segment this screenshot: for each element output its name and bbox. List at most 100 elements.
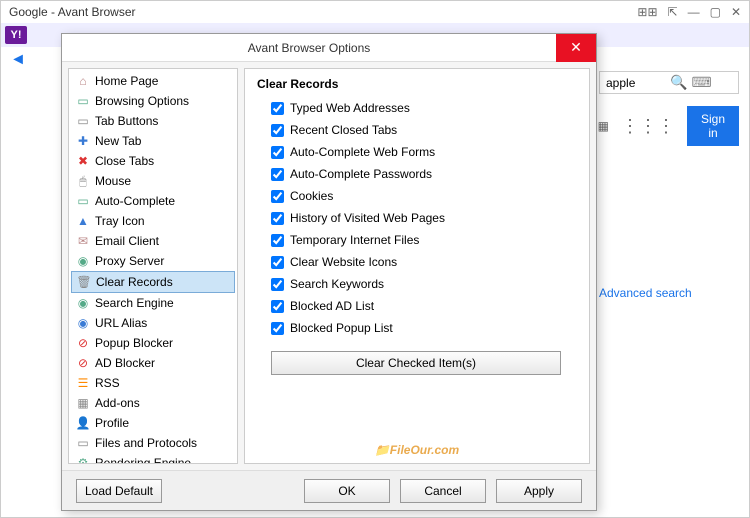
checkbox-row: Auto-Complete Passwords: [257, 167, 577, 181]
sidebar-item-clear-records[interactable]: 🗑Clear Records: [71, 271, 235, 293]
dialog-close-button[interactable]: ✕: [556, 34, 596, 62]
rss-icon: ☰: [75, 375, 91, 391]
apps-icon[interactable]: ⊞⊞: [637, 5, 657, 19]
window-title: Google - Avant Browser: [9, 5, 136, 19]
sidebar-item-tab-buttons[interactable]: ▭ Tab Buttons: [71, 111, 235, 131]
options-dialog: Avant Browser Options ✕ ⌂Home Page ▭ Brows…: [61, 33, 597, 511]
sidebar-item-rss[interactable]: ☰RSS: [71, 373, 235, 393]
checkbox-row: Temporary Internet Files: [257, 233, 577, 247]
checkbox-auto-complete-passwords[interactable]: [271, 168, 284, 181]
checkbox-list: Typed Web AddressesRecent Closed TabsAut…: [257, 101, 577, 335]
back-button[interactable]: ◄: [9, 51, 27, 69]
checkbox-label: Clear Website Icons: [290, 255, 397, 269]
sidebar-item-label: URL Alias: [95, 316, 147, 330]
panel-title: Clear Records: [257, 77, 577, 91]
keyboard-icon[interactable]: ⌨: [691, 74, 711, 91]
apply-button[interactable]: Apply: [496, 479, 582, 503]
dialog-titlebar: Avant Browser Options ✕: [62, 34, 596, 62]
profile-icon: 👤: [75, 415, 91, 431]
ok-button[interactable]: OK: [304, 479, 390, 503]
sidebar-item-browsing-options[interactable]: ▭ Browsing Options: [71, 91, 235, 111]
sidebar-item-email-client[interactable]: ✉Email Client: [71, 231, 235, 251]
checkbox-blocked-popup-list[interactable]: [271, 322, 284, 335]
sidebar-item-popup-blocker[interactable]: ⊘Popup Blocker: [71, 333, 235, 353]
checkbox-row: Blocked Popup List: [257, 321, 577, 335]
options-sidebar[interactable]: ⌂Home Page ▭ Browsing Options ▭ Tab Buttons ✚…: [68, 68, 238, 464]
cancel-button[interactable]: Cancel: [400, 479, 486, 503]
checkbox-history-of-visited-web-pages[interactable]: [271, 212, 284, 225]
sidebar-item-label: Auto-Complete: [95, 194, 175, 208]
tab-yahoo-icon[interactable]: Y!: [5, 26, 27, 44]
maximize-icon[interactable]: ▢: [710, 5, 721, 19]
watermark: 📁FileOur.com: [375, 438, 459, 459]
checkbox-typed-web-addresses[interactable]: [271, 102, 284, 115]
sidebar-item-ad-blocker[interactable]: ⊘ AD Blocker: [71, 353, 235, 373]
browsing-options-icon: ▭: [75, 93, 91, 109]
search-icon[interactable]: 🔍: [670, 74, 687, 91]
tab-buttons-icon: ▭: [75, 113, 91, 129]
checkbox-row: History of Visited Web Pages: [257, 211, 577, 225]
sidebar-item-label: AD Blocker: [95, 356, 155, 370]
checkbox-label: Auto-Complete Passwords: [290, 167, 432, 181]
sidebar-item-label: Search Engine: [95, 296, 174, 310]
page-right-content: 🔍 ⌨ ▦ ⋮⋮⋮ Sign in Advanced search: [599, 71, 739, 300]
sidebar-item-label: Tab Buttons: [95, 114, 158, 128]
close-icon[interactable]: ✕: [731, 5, 741, 19]
main-window: Google - Avant Browser ⊞⊞ ⇱ — ▢ ✕ Y! ◄ 🔍…: [0, 0, 750, 518]
search-input[interactable]: [606, 76, 666, 90]
sidebar-item-mouse[interactable]: 🖱 Mouse: [71, 171, 235, 191]
checkbox-label: Search Keywords: [290, 277, 384, 291]
sidebar-item-search-engine[interactable]: ◉Search Engine: [71, 293, 235, 313]
checkbox-clear-website-icons[interactable]: [271, 256, 284, 269]
ad-blocker-icon: ⊘: [75, 355, 91, 371]
search-box[interactable]: 🔍 ⌨: [599, 71, 739, 94]
sidebar-item-label: Tray Icon: [95, 214, 145, 228]
checkbox-label: Blocked AD List: [290, 299, 374, 313]
advanced-search-link[interactable]: Advanced search: [599, 286, 739, 300]
mouse-icon: 🖱: [75, 173, 91, 189]
sidebar-item-add-ons[interactable]: ▦Add-ons: [71, 393, 235, 413]
clear-records-icon: 🗑: [76, 274, 92, 290]
minimize-icon[interactable]: —: [688, 5, 700, 19]
sidebar-item-label: Mouse: [95, 174, 131, 188]
checkbox-row: Blocked AD List: [257, 299, 577, 313]
sidebar-item-label: Browsing Options: [95, 94, 189, 108]
load-default-button[interactable]: Load Default: [76, 479, 162, 503]
checkbox-label: Cookies: [290, 189, 333, 203]
checkbox-auto-complete-web-forms[interactable]: [271, 146, 284, 159]
image-icon[interactable]: ▦: [598, 119, 609, 133]
checkbox-temporary-internet-files[interactable]: [271, 234, 284, 247]
clear-checked-button[interactable]: Clear Checked Item(s): [271, 351, 561, 375]
sidebar-item-url-alias[interactable]: ◉URL Alias: [71, 313, 235, 333]
email-client-icon: ✉: [75, 233, 91, 249]
sidebar-item-profile[interactable]: 👤Profile: [71, 413, 235, 433]
files-and-protocols-icon: ▭: [75, 435, 91, 451]
checkbox-recent-closed-tabs[interactable]: [271, 124, 284, 137]
checkbox-row: Clear Website Icons: [257, 255, 577, 269]
sidebar-item-auto-complete[interactable]: ▭Auto-Complete: [71, 191, 235, 211]
sidebar-item-label: Add-ons: [95, 396, 140, 410]
checkbox-label: Typed Web Addresses: [290, 101, 410, 115]
sidebar-item-new-tab[interactable]: ✚New Tab: [71, 131, 235, 151]
window-controls: ⊞⊞ ⇱ — ▢ ✕: [637, 5, 741, 19]
rendering-engine-icon: ⚙: [75, 455, 91, 464]
sidebar-item-rendering-engine[interactable]: ⚙Rendering Engine: [71, 453, 235, 464]
sidebar-item-files-and-protocols[interactable]: ▭Files and Protocols: [71, 433, 235, 453]
checkbox-cookies[interactable]: [271, 190, 284, 203]
sign-in-button[interactable]: Sign in: [687, 106, 739, 146]
sidebar-item-label: Proxy Server: [95, 254, 164, 268]
sidebar-item-tray-icon[interactable]: ▲Tray Icon: [71, 211, 235, 231]
dialog-title: Avant Browser Options: [62, 41, 556, 55]
grid-apps-icon[interactable]: ⋮⋮⋮: [621, 116, 675, 137]
sidebar-item-home-page[interactable]: ⌂Home Page: [71, 71, 235, 91]
checkbox-blocked-ad-list[interactable]: [271, 300, 284, 313]
checkbox-label: Auto-Complete Web Forms: [290, 145, 435, 159]
home-page-icon: ⌂: [75, 73, 91, 89]
checkbox-search-keywords[interactable]: [271, 278, 284, 291]
restore-icon[interactable]: ⇱: [668, 5, 678, 19]
sidebar-item-proxy-server[interactable]: ◉Proxy Server: [71, 251, 235, 271]
header-actions: ▦ ⋮⋮⋮ Sign in: [599, 106, 739, 146]
popup-blocker-icon: ⊘: [75, 335, 91, 351]
checkbox-label: Blocked Popup List: [290, 321, 393, 335]
sidebar-item-close-tabs[interactable]: ✖Close Tabs: [71, 151, 235, 171]
